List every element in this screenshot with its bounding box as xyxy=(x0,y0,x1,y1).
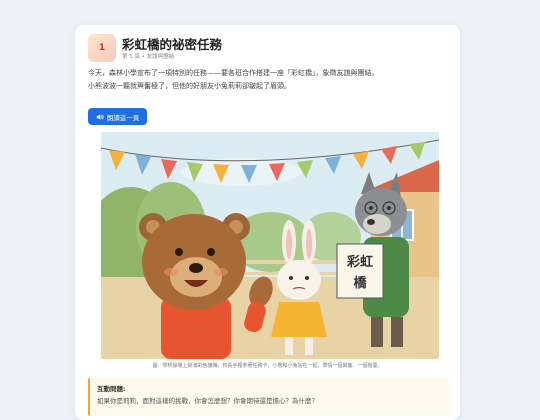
story-title: 彩虹橋的祕密任務 xyxy=(122,37,223,52)
question-text: 如果你是莉莉，面對這樣的挑戰，你會怎麼想？你會期待還是擔心？為什麼？ xyxy=(97,397,318,405)
read-aloud-label: 朗讀這一頁 xyxy=(106,113,140,122)
sign-text-line-2: 橋 xyxy=(353,275,367,291)
page-number: 1 xyxy=(98,43,106,53)
illustration-caption: 圖：學校操場上掛滿彩色旗幟，校長手裡拿著任務卡，小熊和小兔站在一起，表情一個興奮… xyxy=(152,363,383,369)
story-paragraph: 今天，森林小學宣布了一項特別的任務——要各班合作搭建一座「彩虹橋」，象徵友誼與團… xyxy=(88,69,379,77)
read-aloud-button[interactable]: 朗讀這一頁 xyxy=(88,108,147,125)
story-meta: 第 1 頁 • 友誼與團結 xyxy=(122,54,175,60)
question-title: 互動問題: xyxy=(97,385,126,393)
interactive-question-box: 互動問題: 如果你是莉莉，面對這樣的挑戰，你會怎麼想？你會期待還是擔心？為什麼？ xyxy=(88,378,449,416)
page-number-badge: 1 xyxy=(88,34,116,62)
sign-text-line-1: 彩虹 xyxy=(346,254,373,270)
speaker-icon xyxy=(96,113,104,120)
story-paragraph: 小熊波波一聽就興奮極了，但他的好朋友小兔莉莉卻皺起了眉頭。 xyxy=(88,82,291,90)
story-illustration: 彩虹 橋 xyxy=(101,132,439,359)
story-card: 1 彩虹橋的祕密任務 第 1 頁 • 友誼與團結 今天，森林小學宣布了一項特別的… xyxy=(75,25,460,420)
